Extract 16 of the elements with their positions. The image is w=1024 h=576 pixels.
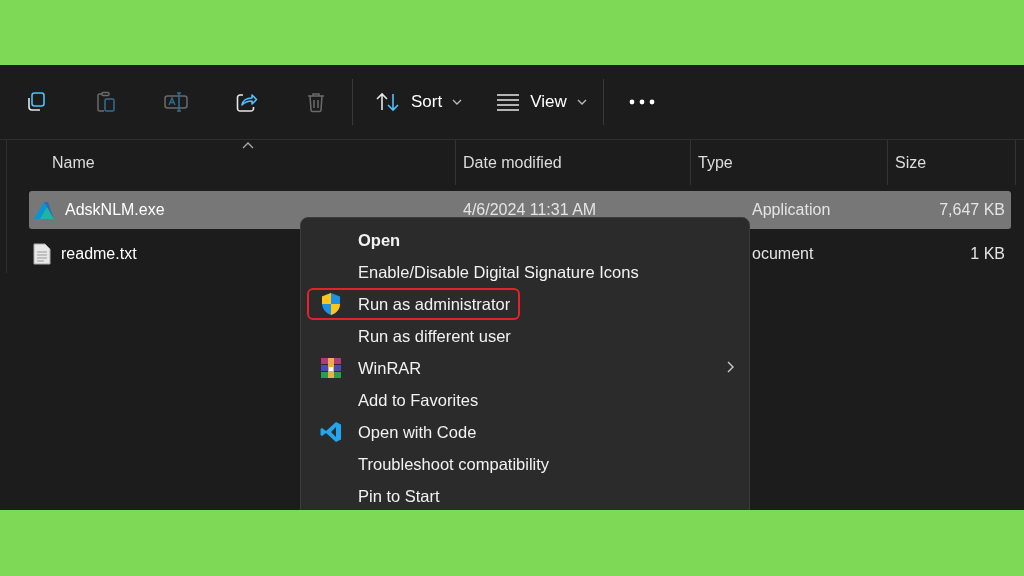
file-name: AdskNLM.exe — [65, 201, 165, 219]
menu-item-label: Troubleshoot compatibility — [358, 454, 550, 474]
type-text: ocument — [752, 245, 814, 263]
size-text: 7,647 KB — [939, 201, 1005, 219]
size-text: 1 KB — [970, 245, 1005, 263]
menu-item-label: WinRAR — [358, 358, 422, 378]
menu-item-label: Run as different user — [358, 326, 511, 346]
date-text: 4/6/2024 11:31 AM — [463, 201, 597, 219]
menu-item-label: Add to Favorites — [358, 390, 479, 410]
menu-item-label: Open with Code — [358, 422, 477, 442]
menu-item-label: Open — [358, 230, 401, 250]
menu-item-label: Pin to Start — [358, 486, 440, 506]
menu-item-label: Enable/Disable Digital Signature Icons — [358, 262, 639, 282]
file-name: readme.txt — [61, 245, 137, 263]
type-text: Application — [752, 201, 831, 219]
menu-item-label: Run as administrator — [358, 294, 511, 314]
